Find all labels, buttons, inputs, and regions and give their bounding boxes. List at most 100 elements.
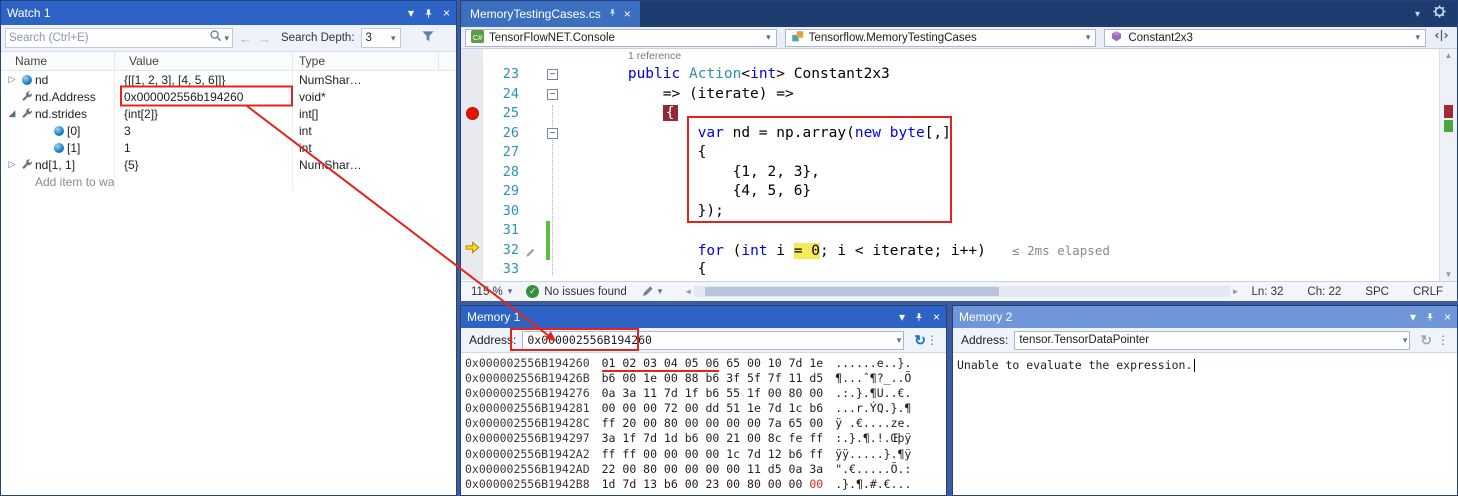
search-next-icon[interactable]: →: [258, 31, 271, 46]
marker-caret-icon[interactable]: ▾: [658, 286, 663, 297]
breakpoint-margin[interactable]: [461, 124, 483, 144]
member-dropdown[interactable]: Constant2x3 ▾: [1104, 29, 1426, 47]
pin-icon[interactable]: [914, 311, 924, 323]
scroll-down-icon[interactable]: ▼: [1440, 270, 1457, 279]
marker-pen-icon[interactable]: [641, 285, 654, 298]
code-line[interactable]: 26− var nd = np.array(new byte[,]: [461, 124, 1457, 144]
chevron-down-icon[interactable]: ▾: [1403, 335, 1408, 346]
filter-icon[interactable]: [421, 29, 435, 48]
refresh-icon[interactable]: ↻: [1420, 332, 1432, 349]
issues-label[interactable]: No issues found: [544, 286, 626, 298]
code-text[interactable]: => (iterate) =>: [558, 85, 794, 105]
expander-expanded-icon[interactable]: ◢: [5, 108, 19, 119]
watch-row[interactable]: [1]1int: [1, 139, 456, 156]
code-line[interactable]: 27 {: [461, 143, 1457, 163]
watch-value-cell[interactable]: 1: [115, 139, 293, 156]
close-icon[interactable]: ×: [443, 7, 450, 19]
tab-list-caret-icon[interactable]: ▾: [1415, 9, 1420, 20]
watch-titlebar[interactable]: Watch 1 ▾ ×: [1, 1, 456, 25]
watch-value-cell[interactable]: 0x000002556b194260: [115, 88, 293, 105]
watch-row[interactable]: ▷nd{[[1, 2, 3], [4, 5, 6]]}NumShar…: [1, 71, 456, 88]
outline-collapse-icon[interactable]: −: [547, 128, 558, 139]
memory1-titlebar[interactable]: Memory 1 ▾ ×: [461, 306, 946, 328]
code-line[interactable]: 29 {4, 5, 6}: [461, 182, 1457, 202]
watch-row[interactable]: ▷nd[1, 1]{5}NumShar…: [1, 156, 456, 173]
address-combobox[interactable]: ▾: [1014, 331, 1410, 350]
code-text[interactable]: {: [558, 104, 678, 124]
search-input[interactable]: [9, 32, 209, 44]
watch-value-cell[interactable]: 3: [115, 122, 293, 139]
code-text[interactable]: {: [558, 143, 706, 163]
watch-row[interactable]: Add item to watch: [1, 173, 456, 190]
code-editor[interactable]: 1 reference 23− public Action<int> Const…: [461, 49, 1457, 281]
gear-icon[interactable]: [1432, 4, 1447, 24]
scroll-right-icon[interactable]: ►: [1232, 287, 1240, 296]
pin-icon[interactable]: [423, 7, 434, 20]
address-combobox[interactable]: ▾: [522, 331, 904, 350]
pin-icon[interactable]: [1425, 311, 1435, 323]
breakpoint-margin[interactable]: [461, 143, 483, 163]
outline-collapse-icon[interactable]: −: [547, 89, 558, 100]
code-text[interactable]: for (int i = 0; i < iterate; i++) ≤ 2ms …: [558, 241, 1110, 261]
scroll-up-icon[interactable]: ▲: [1440, 51, 1457, 60]
split-window-icon[interactable]: [1434, 28, 1449, 48]
status-eol[interactable]: CRLF: [1413, 286, 1443, 298]
overflow-dots-icon[interactable]: ⋮: [1437, 333, 1449, 347]
overflow-dots-icon[interactable]: ⋮: [926, 333, 938, 347]
breakpoint-margin[interactable]: [461, 49, 483, 65]
breakpoint-margin[interactable]: [461, 182, 483, 202]
search-icon[interactable]: [209, 29, 222, 47]
window-position-icon[interactable]: ▾: [899, 311, 905, 323]
breakpoint-margin[interactable]: [461, 221, 483, 241]
scrollbar-thumb[interactable]: [705, 287, 999, 296]
tab-pin-icon[interactable]: [608, 7, 617, 21]
code-text[interactable]: {4, 5, 6}: [558, 182, 811, 202]
code-line[interactable]: 28 {1, 2, 3},: [461, 163, 1457, 183]
window-position-icon[interactable]: ▾: [408, 7, 414, 19]
code-line[interactable]: 23− public Action<int> Constant2x3: [461, 65, 1457, 85]
column-header-type[interactable]: Type: [293, 52, 439, 70]
splitter-horizontal[interactable]: [460, 300, 1458, 305]
search-box[interactable]: ▾: [5, 28, 233, 48]
memory2-content[interactable]: Unable to evaluate the expression.: [953, 353, 1457, 495]
address-input[interactable]: [527, 333, 896, 347]
breakpoint-margin[interactable]: [461, 241, 483, 261]
scroll-left-icon[interactable]: ◄: [684, 287, 692, 296]
refresh-icon[interactable]: ↻: [914, 332, 926, 349]
vertical-scrollbar[interactable]: ▲ ▼: [1439, 49, 1457, 281]
code-line[interactable]: 32 for (int i = 0; i < iterate; i++) ≤ 2…: [461, 241, 1457, 261]
close-icon[interactable]: ×: [933, 311, 940, 323]
project-dropdown[interactable]: C# TensorFlowNET.Console ▾: [465, 29, 777, 47]
tab-memorytestingcases[interactable]: MemoryTestingCases.cs ×: [461, 1, 640, 27]
code-line[interactable]: 31: [461, 221, 1457, 241]
search-prev-icon[interactable]: ←: [239, 31, 252, 46]
column-header-name[interactable]: Name: [1, 52, 115, 70]
watch-value-cell[interactable]: [115, 173, 293, 190]
address-input[interactable]: [1019, 334, 1402, 346]
splitter-vertical-left[interactable]: [457, 0, 460, 496]
breakpoint-margin[interactable]: [461, 65, 483, 85]
horizontal-scrollbar[interactable]: ◄ ►: [684, 286, 1239, 297]
search-depth-select[interactable]: 3 ▾: [361, 28, 401, 48]
watch-row[interactable]: [0]3int: [1, 122, 456, 139]
tab-close-icon[interactable]: ×: [624, 7, 631, 21]
splitter-vertical-memory[interactable]: [947, 305, 952, 496]
code-text[interactable]: {1, 2, 3},: [558, 163, 820, 183]
code-text[interactable]: var nd = np.array(new byte[,]: [558, 124, 951, 144]
close-icon[interactable]: ×: [1444, 311, 1451, 323]
code-text[interactable]: });: [558, 202, 724, 222]
watch-row[interactable]: ◢nd.strides{int[2]}int[]: [1, 105, 456, 122]
issues-check-icon[interactable]: ✓: [526, 285, 539, 298]
codelens-references[interactable]: 1 reference: [558, 49, 681, 65]
memory2-titlebar[interactable]: Memory 2 ▾ ×: [953, 306, 1457, 328]
breakpoint-margin[interactable]: [461, 202, 483, 222]
watch-row[interactable]: nd.Address0x000002556b194260void*: [1, 88, 456, 105]
breakpoint-margin[interactable]: [461, 104, 483, 124]
status-spaces[interactable]: SPC: [1365, 286, 1389, 298]
search-options-caret-icon[interactable]: ▾: [224, 33, 229, 44]
watch-value-cell[interactable]: {int[2]}: [115, 105, 293, 122]
expander-collapsed-icon[interactable]: ▷: [5, 159, 19, 170]
code-line[interactable]: 30 });: [461, 202, 1457, 222]
breakpoint-margin[interactable]: [461, 260, 483, 280]
watch-value-cell[interactable]: {5}: [115, 156, 293, 173]
